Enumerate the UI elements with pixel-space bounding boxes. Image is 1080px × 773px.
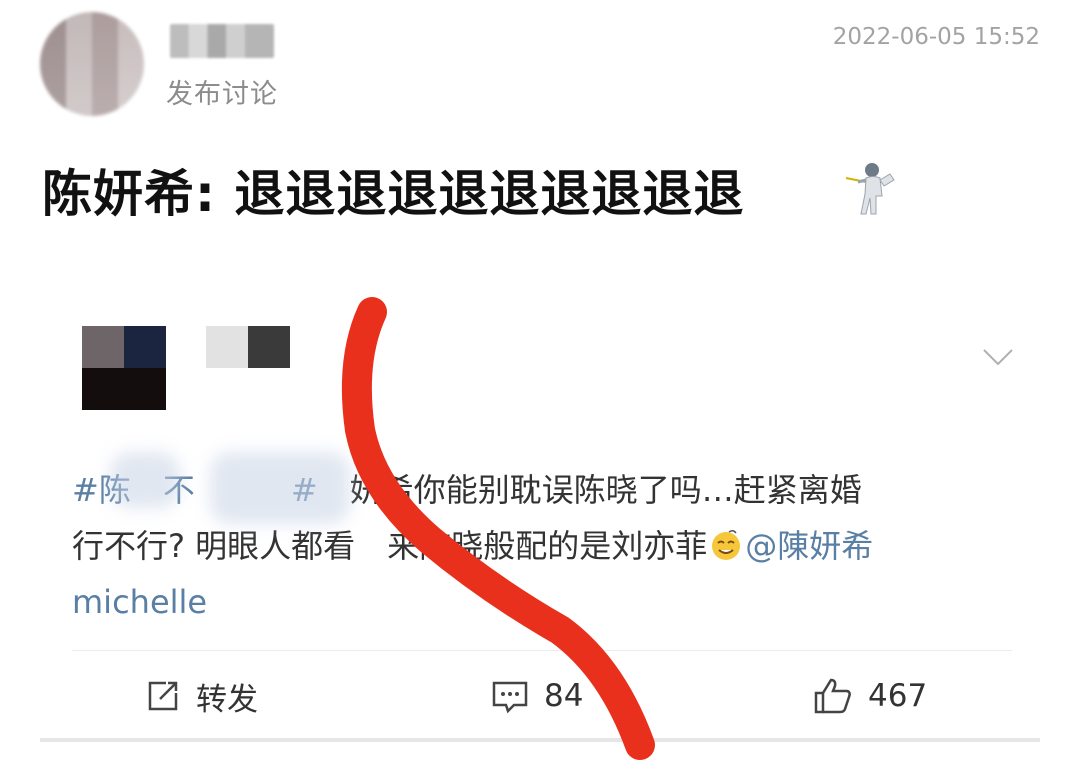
- fencer-icon: [845, 163, 895, 215]
- comment-icon: [492, 681, 528, 714]
- chevron-down-icon[interactable]: [982, 340, 1014, 372]
- username-blurred[interactable]: [170, 24, 274, 58]
- like-button[interactable]: 467: [812, 672, 927, 720]
- card-bottom-divider: [40, 738, 1040, 742]
- post-body-line-3: michelle: [72, 574, 1012, 630]
- headline-title: 陈妍希: 退退退退退退退退退退: [42, 165, 745, 223]
- post-body-text-2: 行不行? 明眼人都看: [72, 527, 356, 565]
- embedded-username-blurred[interactable]: [206, 326, 290, 368]
- dizzy-face-icon: [712, 529, 741, 560]
- post-body-obscured: [355, 527, 387, 565]
- repost-button[interactable]: 转发: [144, 672, 258, 720]
- post-body-text-3: 来陈晓般配的是刘亦菲: [387, 527, 708, 565]
- embedded-avatar-blurred[interactable]: [82, 326, 166, 410]
- post-subtitle: 发布讨论: [166, 79, 278, 110]
- post-body-text-1: 妍希你能别耽误陈晓了吗…赶紧离婚: [349, 471, 862, 509]
- divider: [72, 650, 1012, 651]
- blur-smudge-2: [210, 452, 350, 524]
- comment-count: 84: [544, 678, 584, 714]
- thumbs-up-icon: [814, 678, 851, 714]
- avatar[interactable]: [40, 12, 144, 116]
- share-icon: [148, 681, 178, 711]
- mention-link-continued[interactable]: michelle: [72, 583, 207, 621]
- post-body-line-2: 行不行? 明眼人都看 来陈晓般配的是刘亦菲 @陳妍希: [72, 518, 1012, 574]
- blur-smudge-1: [110, 452, 180, 508]
- post-timestamp: 2022-06-05 15:52: [832, 24, 1040, 50]
- mention-link[interactable]: @陳妍希: [745, 527, 873, 565]
- comment-button[interactable]: 84: [490, 672, 583, 720]
- like-count: 467: [868, 678, 928, 714]
- repost-label: 转发: [196, 681, 258, 718]
